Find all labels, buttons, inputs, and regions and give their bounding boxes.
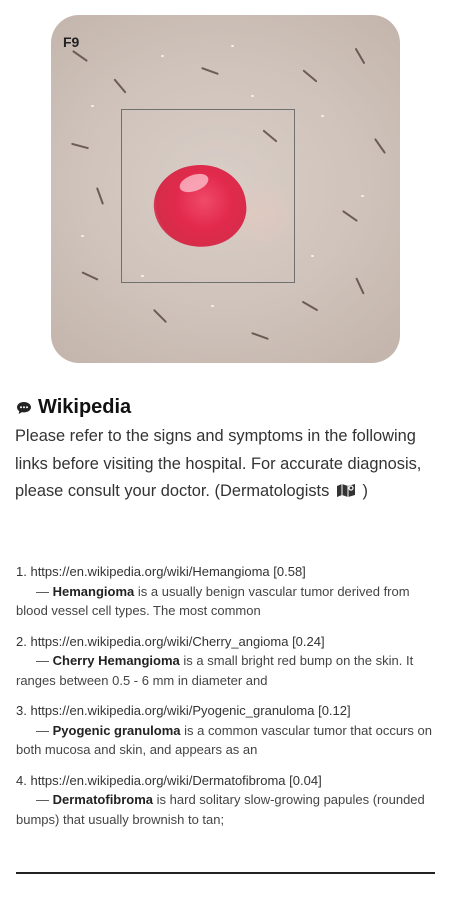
skin-hair: [355, 277, 365, 295]
skin-hair: [201, 66, 219, 76]
bottom-divider: [16, 872, 435, 874]
reference-link[interactable]: 3. https://en.wikipedia.org/wiki/Pyogeni…: [16, 701, 436, 721]
reference-snippet: — Hemangioma is a usually benign vascula…: [16, 582, 436, 621]
skin-speck: [251, 95, 254, 97]
skin-hair: [152, 308, 168, 324]
skin-hair: [71, 142, 89, 150]
reference-item: 3. https://en.wikipedia.org/wiki/Pyogeni…: [16, 701, 436, 760]
reference-index: 2.: [16, 633, 27, 649]
speech-bubble-icon: [17, 401, 31, 414]
reference-url[interactable]: https://en.wikipedia.org/wiki/Pyogenic_g…: [30, 703, 314, 718]
skin-hair: [113, 78, 127, 94]
skin-speck: [91, 105, 94, 107]
snippet-term: Hemangioma: [52, 583, 135, 599]
skin-speck: [211, 305, 214, 307]
snippet-dash: —: [36, 722, 49, 738]
intro-main-text: Please refer to the signs and symptoms i…: [15, 427, 422, 500]
skin-hair: [302, 69, 318, 83]
skin-speck: [311, 255, 314, 257]
skin-hair: [95, 187, 105, 205]
reference-url[interactable]: https://en.wikipedia.org/wiki/Hemangioma: [30, 564, 269, 579]
reference-score: [0.12]: [318, 703, 351, 718]
reference-index: 1.: [16, 564, 27, 579]
skin-speck: [361, 195, 364, 197]
skin-hair: [81, 271, 99, 281]
skin-hair: [251, 331, 269, 341]
reference-link[interactable]: 1. https://en.wikipedia.org/wiki/Hemangi…: [16, 562, 436, 582]
snippet-term: Dermatofibroma: [52, 792, 154, 807]
reference-link[interactable]: 2. https://en.wikipedia.org/wiki/Cherry_…: [16, 632, 436, 652]
reference-item: 2. https://en.wikipedia.org/wiki/Cherry_…: [16, 632, 436, 691]
snippet-term: Cherry Hemangioma: [52, 653, 180, 668]
reference-score: [0.04]: [289, 772, 322, 788]
skin-hair: [72, 50, 88, 62]
snippet-dash: —: [36, 583, 49, 599]
reference-snippet: — Cherry Hemangioma is a small bright re…: [16, 651, 436, 690]
lesion-photo: F9: [51, 15, 400, 363]
skin-speck: [161, 55, 164, 57]
snippet-dash: —: [36, 653, 49, 668]
region-of-interest-box: [121, 109, 295, 283]
reference-index: 3.: [16, 703, 27, 718]
reference-url[interactable]: https://en.wikipedia.org/wiki/Cherry_ang…: [30, 634, 288, 649]
reference-snippet: — Dermatofibroma is hard solitary slow-g…: [16, 790, 436, 829]
reference-snippet: — Pyogenic granuloma is a common vascula…: [16, 721, 436, 760]
intro-end-text: ): [362, 482, 368, 500]
snippet-dash: —: [36, 792, 49, 807]
skin-hair: [354, 47, 366, 65]
reference-list: 1. https://en.wikipedia.org/wiki/Hemangi…: [16, 562, 436, 840]
reference-item: 1. https://en.wikipedia.org/wiki/Hemangi…: [16, 562, 436, 621]
skin-hair: [301, 300, 319, 312]
skin-speck: [321, 115, 324, 117]
reference-item: 4. https://en.wikipedia.org/wiki/Dermato…: [16, 771, 436, 830]
image-label: F9: [63, 34, 80, 50]
wikipedia-title: Wikipedia: [38, 396, 132, 418]
reference-score: [0.58]: [273, 564, 306, 579]
skin-speck: [81, 235, 84, 237]
reference-link[interactable]: 4. https://en.wikipedia.org/wiki/Dermato…: [16, 771, 436, 791]
map-marker-icon[interactable]: [336, 483, 356, 497]
skin-hair: [342, 210, 358, 222]
intro-text: Please refer to the signs and symptoms i…: [15, 423, 435, 506]
reference-url[interactable]: https://en.wikipedia.org/wiki/Dermatofib…: [30, 773, 285, 788]
snippet-term: Pyogenic granuloma: [52, 722, 181, 738]
skin-speck: [231, 45, 234, 47]
reference-score: [0.24]: [292, 633, 325, 649]
reference-index: 4.: [16, 772, 27, 788]
wikipedia-header: Wikipedia: [16, 396, 131, 419]
skin-hair: [374, 138, 386, 154]
